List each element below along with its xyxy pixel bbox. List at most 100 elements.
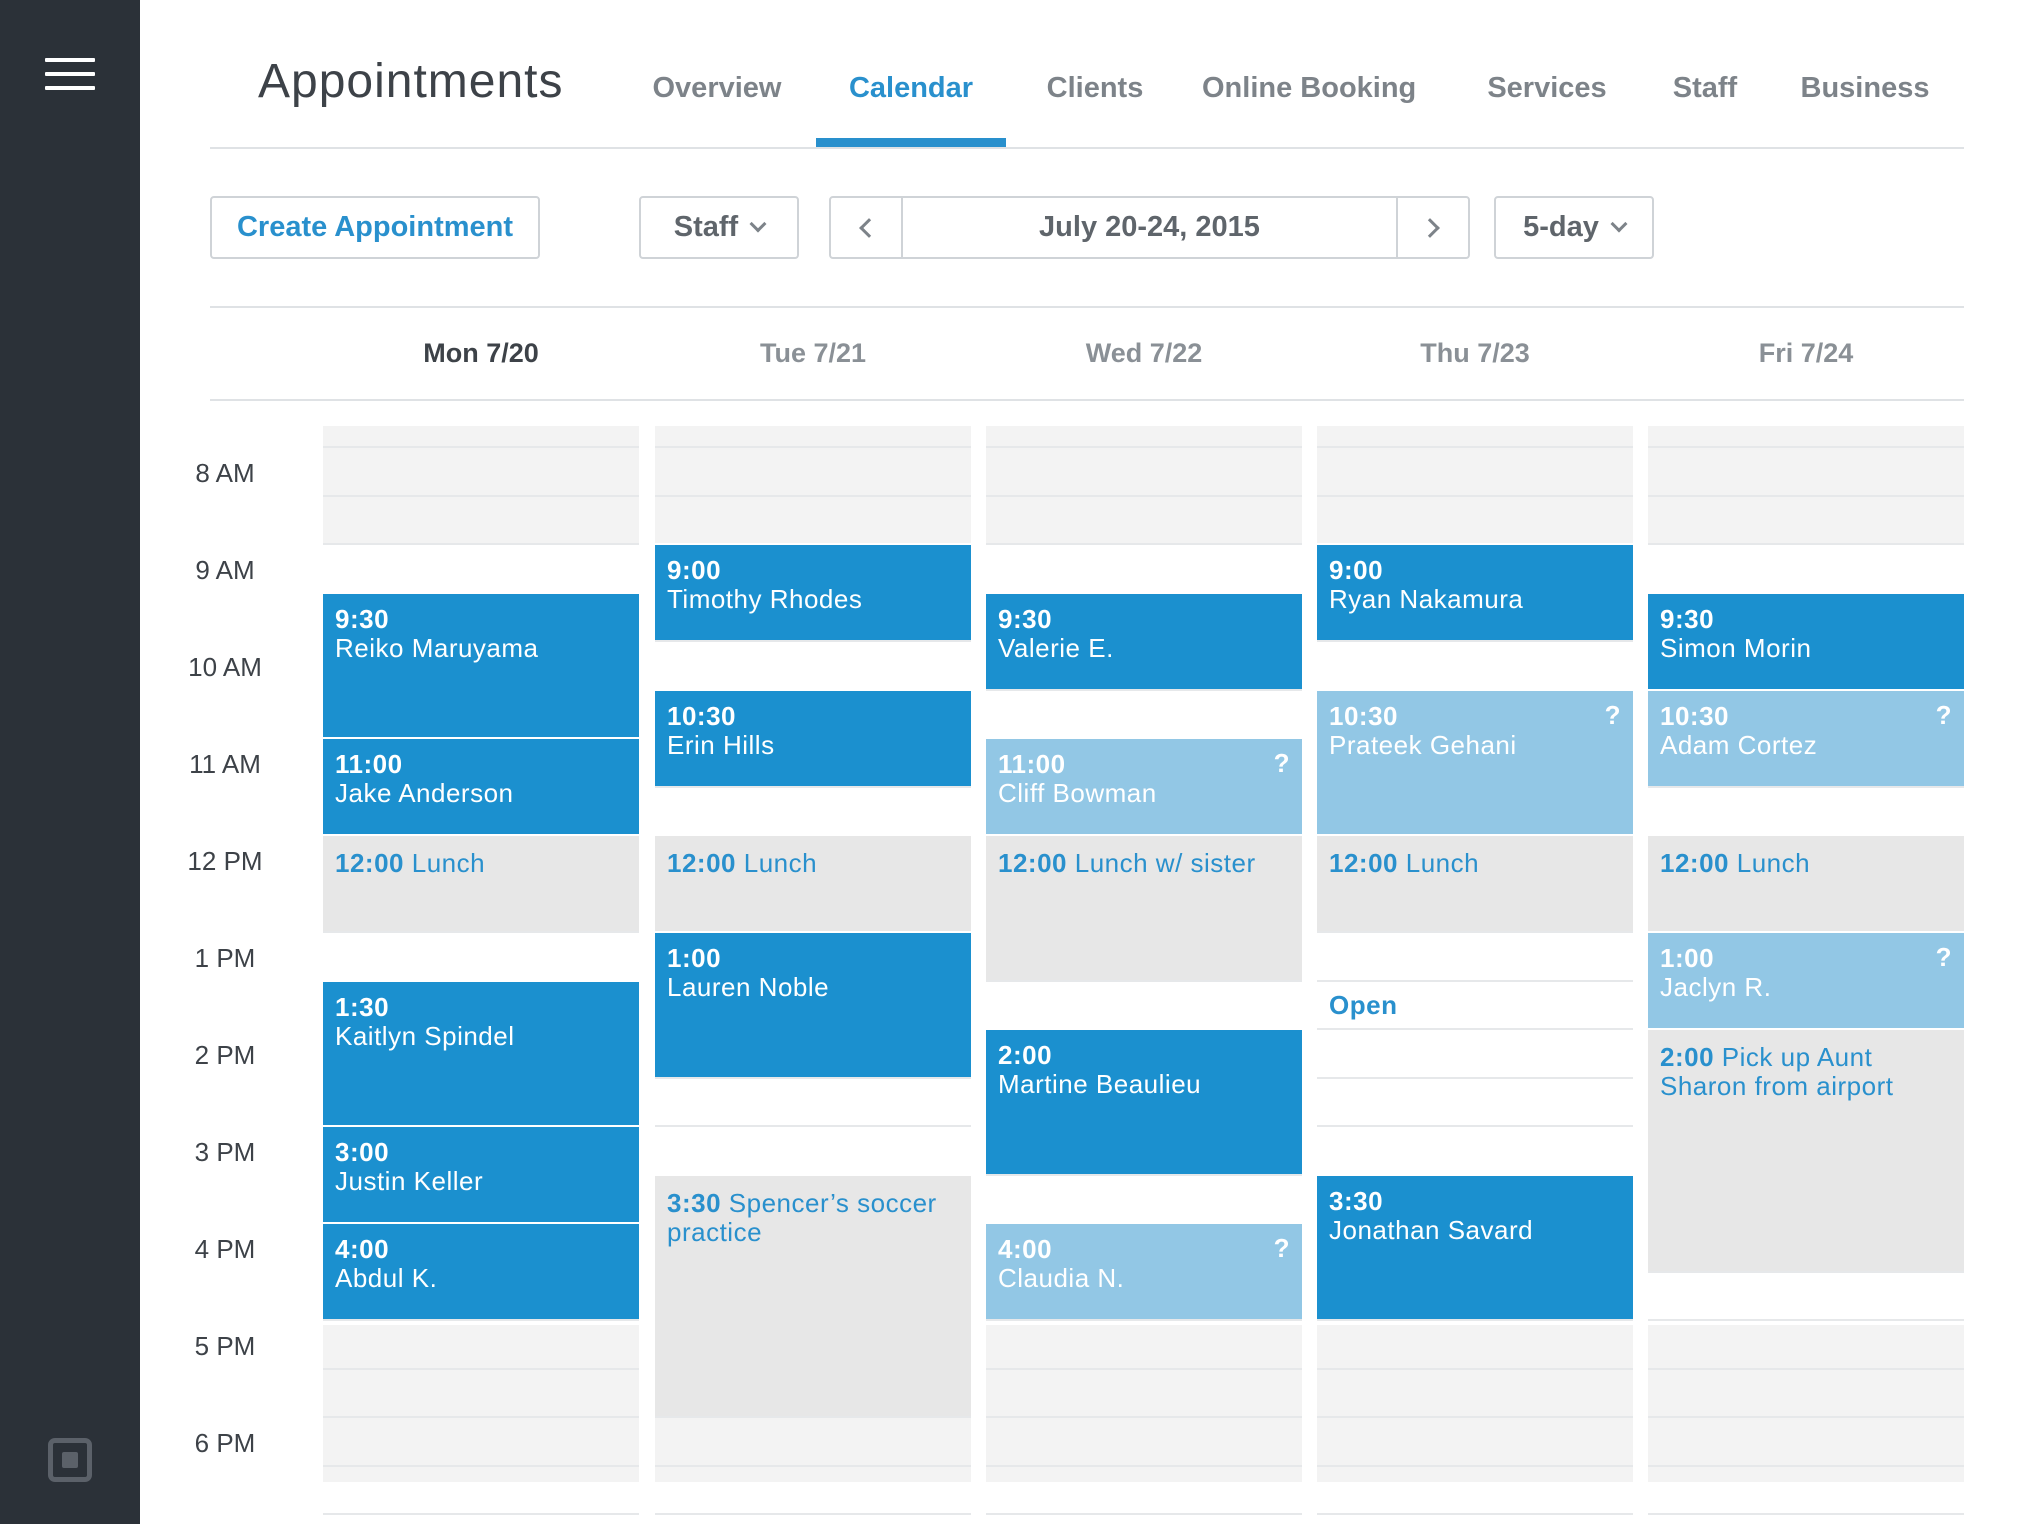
tab-online-booking[interactable]: Online Booking [1202, 72, 1416, 148]
chevron-right-icon [1420, 217, 1440, 238]
time-label: 6 PM [194, 1428, 256, 1458]
tab-staff[interactable]: Staff [1660, 72, 1750, 148]
time-label: 3 PM [194, 1137, 256, 1167]
event-time: 12:00 [1660, 848, 1729, 878]
day-column[interactable]: 9:30 Simon Morin 10:30 Adam Cortez? 12:00 Lu… [1648, 426, 1964, 1515]
prev-week-button[interactable] [831, 198, 903, 257]
blocked-time[interactable]: 12:00 Lunch w/ sister [986, 834, 1302, 980]
day-header-top-divider [210, 306, 1964, 308]
event-time: 9:00 [667, 555, 722, 585]
day-header-4[interactable]: Fri 7/24 [1648, 338, 1964, 369]
grid-line [1648, 1270, 1964, 1273]
grid-line [1648, 1319, 1964, 1321]
event-time: 12:00 [667, 848, 736, 878]
tab-services[interactable]: Services [1482, 72, 1612, 148]
event-time: 4:00 [998, 1234, 1053, 1264]
appointment-card[interactable]: 1:00 Lauren Noble [655, 931, 971, 1077]
open-slot[interactable]: Open [1317, 980, 1633, 1029]
appointment-card[interactable]: 10:30 Adam Cortez? [1648, 688, 1964, 786]
time-label: 10 AM [188, 652, 262, 682]
appointment-card[interactable]: 1:00 Jaclyn R.? [1648, 931, 1964, 1028]
event-time: 9:30 [335, 603, 390, 634]
grid-line [323, 1367, 639, 1370]
grid-line [323, 446, 639, 448]
grid-line [655, 1125, 971, 1127]
grid-line [323, 494, 639, 497]
day-header-2[interactable]: Wed 7/22 [986, 338, 1302, 369]
day-column[interactable]: 9:30 Reiko Maruyama 11:00 Jake Anderson 12:0… [323, 426, 639, 1515]
closed-hours [986, 1325, 1302, 1482]
grid-line [986, 1513, 1302, 1515]
time-label: 2 PM [194, 1040, 256, 1070]
event-title: Valerie E. [998, 632, 1114, 663]
event-title: Lunch [743, 848, 818, 878]
tab-business[interactable]: Business [1800, 72, 1930, 148]
event-title: Lauren Noble [667, 972, 830, 1002]
appointment-card[interactable]: 4:00 Claudia N.? [986, 1222, 1302, 1319]
appointment-card[interactable]: 1:30 Kaitlyn Spindel [323, 979, 639, 1125]
appointment-card[interactable]: 9:00 Ryan Nakamura [1317, 543, 1633, 640]
grid-line [1648, 1513, 1964, 1515]
event-time: 9:00 [1329, 555, 1384, 585]
event-title: Abdul K. [335, 1263, 438, 1293]
event-title: Ryan Nakamura [1329, 584, 1524, 614]
next-week-button[interactable] [1396, 198, 1468, 257]
grid-line [1648, 1464, 1964, 1467]
grid-line [655, 640, 971, 642]
appointment-card[interactable]: 3:30 Jonathan Savard [1317, 1173, 1633, 1319]
event-title: Adam Cortez [1660, 729, 1818, 760]
event-time: 2:00 [998, 1040, 1053, 1070]
event-title: Lunch [1736, 848, 1811, 878]
appointment-card[interactable]: 2:00 Martine Beaulieu [986, 1028, 1302, 1174]
grid-line [323, 1416, 639, 1418]
grid-line [323, 931, 639, 933]
day-column[interactable]: 9:00 Timothy Rhodes 10:30 Erin Hills 12:00 L… [655, 426, 971, 1515]
appointment-card[interactable]: 3:00 Justin Keller [323, 1125, 639, 1222]
event-time: Open [1329, 989, 1398, 1020]
chevron-down-icon [749, 215, 767, 232]
grid-line [986, 543, 1302, 545]
appointment-card[interactable]: 10:30 Prateek Gehani? [1317, 688, 1633, 834]
appointment-card[interactable]: 11:00 Jake Anderson [323, 737, 639, 834]
appointment-card[interactable]: 10:30 Erin Hills [655, 688, 971, 786]
chevron-down-icon [1610, 215, 1628, 232]
grid-line [323, 1319, 639, 1321]
appointment-card[interactable]: 11:00 Cliff Bowman? [986, 737, 1302, 834]
day-column[interactable]: 9:00 Ryan Nakamura 10:30 Prateek Gehani? 12:… [1317, 426, 1633, 1515]
blocked-time[interactable]: 12:00 Lunch [323, 834, 639, 931]
grid-line [1648, 1416, 1964, 1418]
day-column[interactable]: 9:30 Valerie E. 11:00 Cliff Bowman? 12:00 Lu… [986, 426, 1302, 1515]
grid-line [655, 1076, 971, 1079]
appointment-card[interactable]: 9:30 Valerie E. [986, 591, 1302, 689]
appointment-card[interactable]: 9:00 Timothy Rhodes [655, 543, 971, 640]
grid-line [1317, 1028, 1633, 1030]
staff-filter-dropdown[interactable]: Staff [639, 196, 799, 259]
create-appointment-button[interactable]: Create Appointment [210, 196, 540, 259]
blocked-time[interactable]: 12:00 Lunch [1648, 834, 1964, 931]
day-header-3[interactable]: Thu 7/23 [1317, 338, 1633, 369]
blocked-time[interactable]: 3:30 Spencer’s soccer practice [655, 1173, 971, 1416]
event-title: Erin Hills [667, 729, 775, 760]
appointment-card[interactable]: 4:00 Abdul K. [323, 1222, 639, 1319]
grid-line [1317, 1513, 1633, 1515]
day-header-1[interactable]: Tue 7/21 [655, 338, 971, 369]
view-mode-dropdown[interactable]: 5-day [1494, 196, 1654, 259]
event-time: 12:00 [335, 848, 404, 878]
appointment-card[interactable]: 9:30 Simon Morin [1648, 591, 1964, 689]
time-label: 8 AM [195, 458, 255, 488]
time-label: 5 PM [194, 1331, 256, 1361]
hamburger-menu-icon[interactable] [45, 58, 95, 92]
blocked-time[interactable]: 12:00 Lunch [655, 834, 971, 931]
day-header-0[interactable]: Mon 7/20 [323, 338, 639, 369]
tab-overview[interactable]: Overview [652, 72, 782, 148]
event-title: Cliff Bowman [998, 778, 1157, 808]
blocked-time[interactable]: 2:00 Pick up Aunt Sharon from airport [1648, 1028, 1964, 1271]
unconfirmed-badge: ? [1273, 1233, 1290, 1263]
unconfirmed-badge: ? [1604, 699, 1621, 730]
grid-line [1317, 640, 1633, 642]
blocked-time[interactable]: 12:00 Lunch [1317, 834, 1633, 931]
tab-clients[interactable]: Clients [1040, 72, 1150, 148]
appointment-card[interactable]: 9:30 Reiko Maruyama [323, 591, 639, 737]
tab-calendar[interactable]: Calendar [816, 72, 1006, 148]
event-time: 11:00 [335, 749, 403, 779]
